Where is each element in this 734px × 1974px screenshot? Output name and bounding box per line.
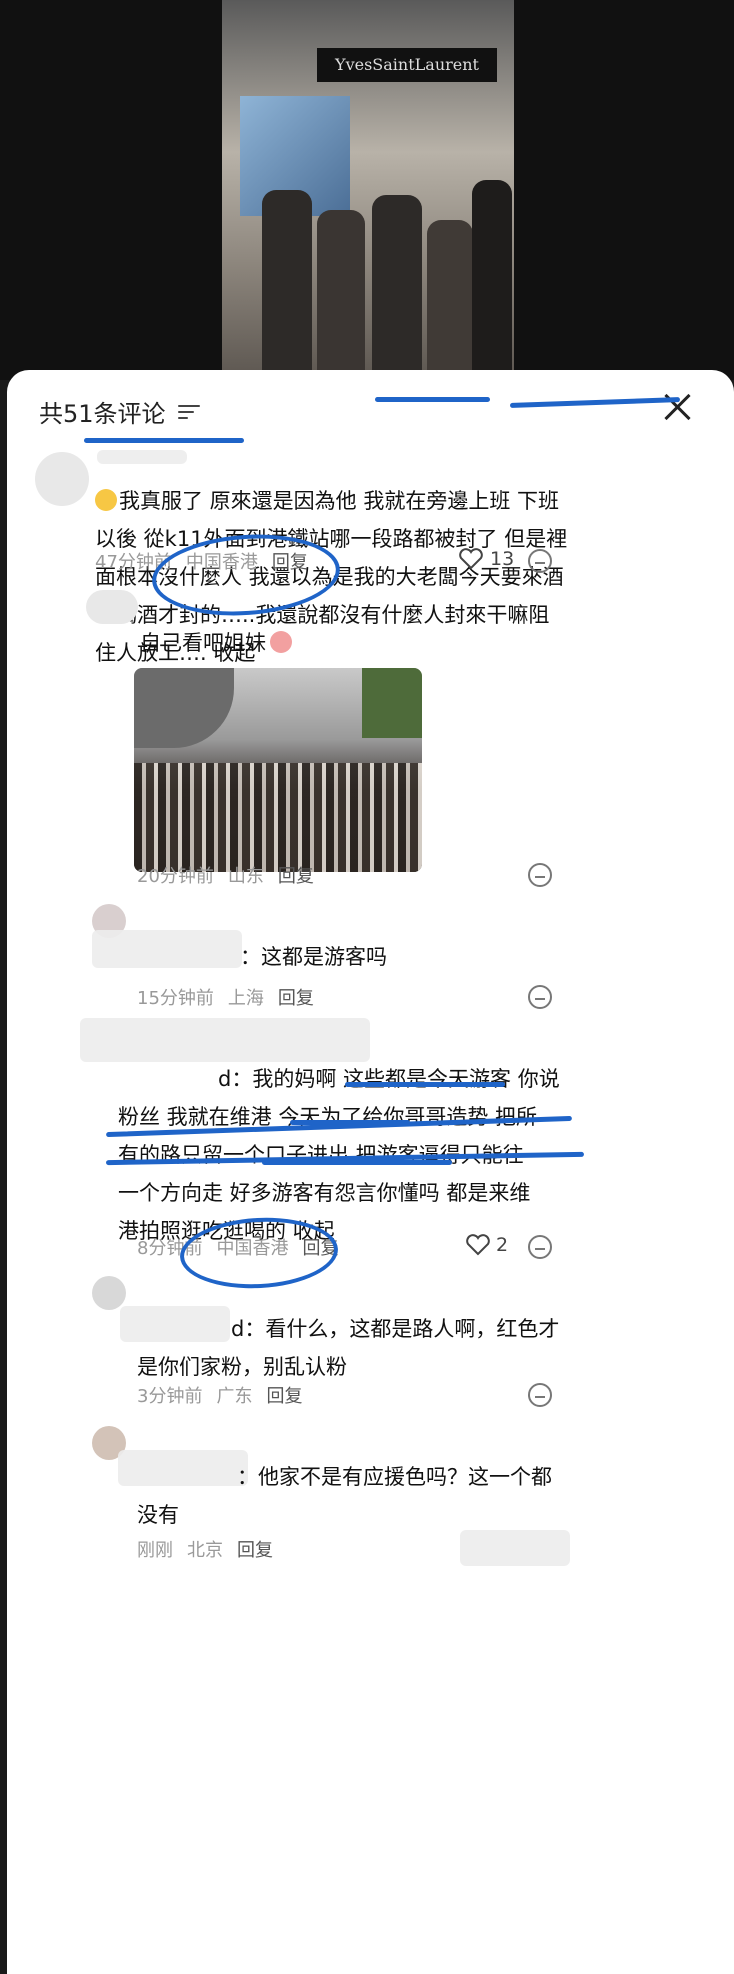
person-figure [472, 180, 512, 380]
like-count: 2 [496, 1234, 509, 1256]
sort-filter-icon[interactable] [177, 403, 200, 421]
comment-text: ：这都是游客吗 [240, 945, 387, 969]
comment-meta: 20分钟前 山东 回复 [137, 862, 314, 888]
person-figure [372, 195, 422, 380]
avatar[interactable] [35, 452, 89, 506]
annotation-underline [84, 438, 244, 443]
comment-text: ：他家不是有应援色吗？这一个都 没有 [137, 1465, 552, 1527]
emoji-icon [95, 489, 117, 511]
comment-text: 自己看吧姐妹 [140, 624, 294, 662]
reply-button[interactable]: 回复 [278, 862, 314, 888]
comment-meta: 15分钟前 上海 回复 [137, 984, 314, 1010]
emoji-reaction-icon[interactable] [528, 863, 552, 887]
username-blurred[interactable] [80, 1018, 370, 1062]
like-heart-icon[interactable] [465, 1234, 491, 1256]
person-figure [427, 220, 473, 380]
avatar[interactable] [86, 590, 138, 624]
emoji-reaction-icon[interactable] [528, 1383, 552, 1407]
comment-text: d：看什么，这都是路人啊，红色才 是你们家粉，别乱认粉 [137, 1317, 560, 1379]
like-count: 13 [490, 548, 515, 570]
video-area[interactable]: YvesSaintLaurent [0, 0, 734, 380]
comment-meta: 刚刚 北京 回复 [137, 1536, 273, 1562]
annotation-underline [345, 1082, 505, 1087]
emoji-reaction-icon[interactable] [528, 1235, 552, 1259]
username-blurred[interactable] [97, 450, 187, 464]
comments-header: 共51条评论 [39, 394, 200, 429]
reply-button[interactable]: 回复 [278, 984, 314, 1010]
emoji-reaction-icon[interactable] [528, 549, 552, 573]
store-sign: YvesSaintLaurent [317, 48, 497, 82]
username-blurred[interactable] [92, 930, 242, 968]
emoji-reaction-icon[interactable] [528, 985, 552, 1009]
annotation-underline [375, 397, 490, 402]
avatar[interactable] [92, 1276, 126, 1310]
annotation-underline [262, 1160, 452, 1165]
reply-button[interactable]: 回复 [237, 1536, 273, 1562]
emoji-icon [270, 631, 292, 653]
person-figure [262, 190, 312, 380]
comment-meta: 3分钟前 广东 回复 [137, 1382, 302, 1408]
like-heart-icon[interactable] [458, 548, 484, 570]
reply-button[interactable]: 回复 [266, 1382, 302, 1408]
video-frame: YvesSaintLaurent [222, 0, 514, 380]
actions-blurred [460, 1530, 570, 1566]
person-figure [317, 210, 365, 380]
comment-image[interactable] [134, 668, 422, 872]
comment-count-title: 共51条评论 [39, 400, 166, 428]
